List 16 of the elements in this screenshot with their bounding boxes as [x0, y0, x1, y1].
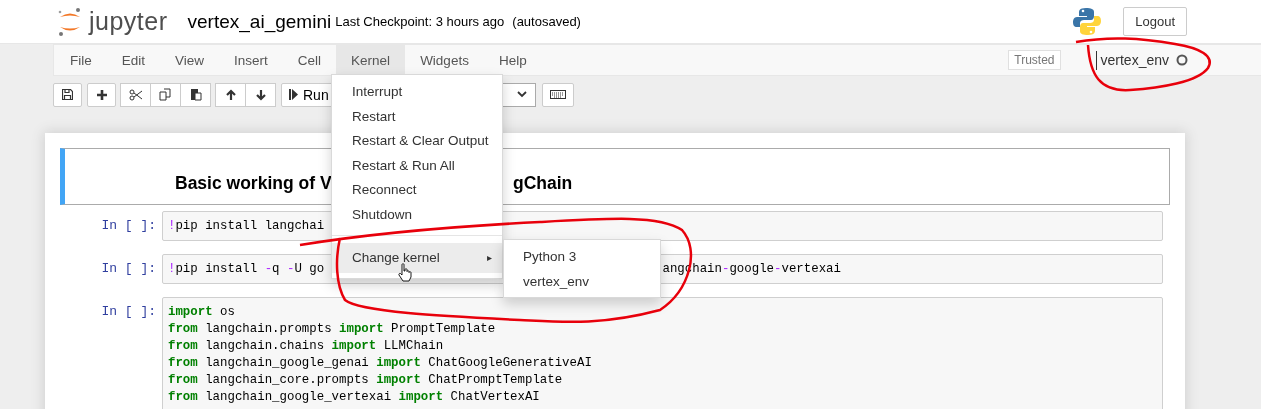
code-line: from langchain_core.prompts import ChatPromptTemplate: [168, 373, 563, 387]
code-line: from langchain.prompts import PromptTemplate: [168, 322, 496, 336]
input-prompt: In [ ]:: [100, 303, 157, 319]
code-line: from langchain_google_genai import ChatGoogleGenerativeAI: [168, 356, 592, 370]
code-line: !pip install langchai: [168, 219, 325, 233]
cell-heading: gChain: [513, 172, 573, 194]
logo-text: jupyter: [89, 7, 168, 36]
input-prompt: In [ ]:: [100, 260, 157, 276]
cell-heading: Basic working of V: [175, 172, 332, 194]
code-line: import os: [168, 305, 235, 319]
code-line: !pip install -q -U go: [168, 262, 325, 276]
autosave-status: (autosaved): [512, 14, 581, 29]
checkpoint-status: Last Checkpoint: 3 hours ago: [335, 14, 505, 29]
input-prompt: In [ ]:: [100, 217, 157, 233]
code-line: from langchain.chains import LLMChain: [168, 339, 444, 353]
code-line: from langchain_google_vertexai import ChatVertexAI: [168, 390, 540, 404]
